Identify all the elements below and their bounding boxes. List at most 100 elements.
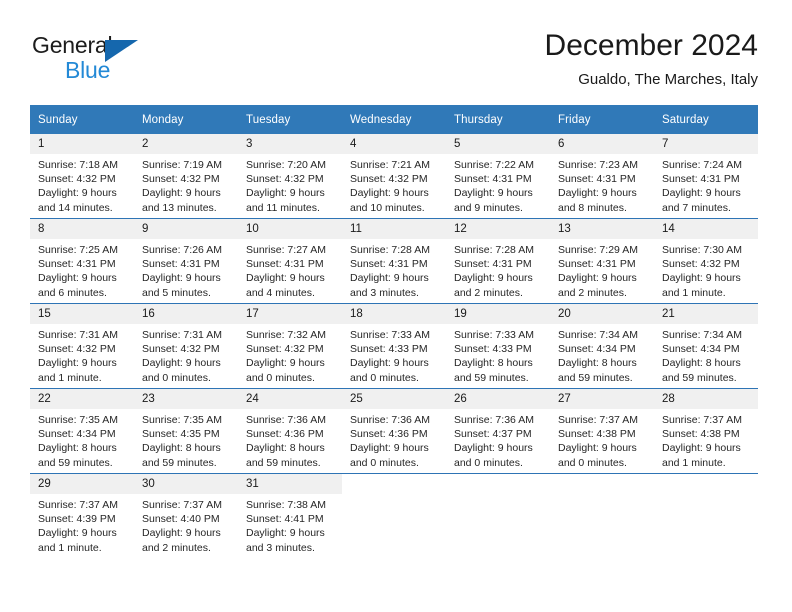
weekday-header-sunday: Sunday: [30, 105, 134, 134]
daylight-text-line1: Daylight: 9 hours: [454, 272, 533, 285]
daylight-text-line2: and 0 minutes.: [350, 456, 419, 469]
sunrise-text: Sunrise: 7:32 AM: [246, 329, 326, 341]
day-cell[interactable]: 3 Sunrise: 7:20 AM Sunset: 4:32 PM Daylight…: [238, 134, 342, 219]
sunset-text: Sunset: 4:32 PM: [142, 173, 220, 186]
day-cell[interactable]: 29 Sunrise: 7:37 AM Sunset: 4:39 PM Dayligh…: [30, 473, 134, 558]
day-cell[interactable]: 13 Sunrise: 7:29 AM Sunset: 4:31 PM Dayligh…: [550, 218, 654, 304]
daylight-text-line1: Daylight: 8 hours: [38, 442, 117, 455]
sunrise-text: Sunrise: 7:36 AM: [350, 414, 430, 426]
general-blue-logo: General Blue: [32, 32, 212, 90]
day-cell[interactable]: 20 Sunrise: 7:34 AM Sunset: 4:34 PM Dayligh…: [550, 303, 654, 389]
day-cell[interactable]: 1 Sunrise: 7:18 AM Sunset: 4:32 PM Daylight…: [30, 134, 134, 219]
daylight-text-line2: and 10 minutes.: [350, 201, 425, 214]
sunset-text: Sunset: 4:31 PM: [558, 258, 636, 271]
day-info: Sunrise: 7:31 AM Sunset: 4:32 PM Daylight:…: [30, 324, 134, 385]
day-cell[interactable]: 11 Sunrise: 7:28 AM Sunset: 4:31 PM Dayligh…: [342, 218, 446, 304]
daylight-text-line1: Daylight: 9 hours: [246, 357, 325, 370]
day-cell[interactable]: 21 Sunrise: 7:34 AM Sunset: 4:34 PM Dayligh…: [654, 303, 758, 389]
sunset-text: Sunset: 4:33 PM: [350, 343, 428, 356]
daylight-text-line1: Daylight: 9 hours: [662, 442, 741, 455]
daylight-text-line2: and 1 minute.: [662, 286, 726, 299]
daylight-text-line2: and 13 minutes.: [142, 201, 217, 214]
sunset-text: Sunset: 4:32 PM: [350, 173, 428, 186]
day-cell[interactable]: 10 Sunrise: 7:27 AM Sunset: 4:31 PM Dayligh…: [238, 218, 342, 304]
daylight-text-line2: and 59 minutes.: [142, 456, 217, 469]
day-info: Sunrise: 7:24 AM Sunset: 4:31 PM Daylight:…: [654, 154, 758, 215]
day-cell[interactable]: 12 Sunrise: 7:28 AM Sunset: 4:31 PM Dayligh…: [446, 218, 550, 304]
daylight-text-line2: and 59 minutes.: [38, 456, 113, 469]
day-cell[interactable]: 7 Sunrise: 7:24 AM Sunset: 4:31 PM Daylight…: [654, 134, 758, 219]
sunset-text: Sunset: 4:32 PM: [662, 258, 740, 271]
daylight-text-line1: Daylight: 8 hours: [454, 357, 533, 370]
weekday-header-row: Sunday Monday Tuesday Wednesday Thursday…: [30, 105, 758, 134]
day-number: 20: [550, 304, 654, 324]
day-cell[interactable]: 5 Sunrise: 7:22 AM Sunset: 4:31 PM Daylight…: [446, 134, 550, 219]
sunset-text: Sunset: 4:35 PM: [142, 428, 220, 441]
day-cell[interactable]: 25 Sunrise: 7:36 AM Sunset: 4:36 PM Dayligh…: [342, 388, 446, 474]
day-info: Sunrise: 7:32 AM Sunset: 4:32 PM Daylight:…: [238, 324, 342, 385]
sunset-text: Sunset: 4:41 PM: [246, 513, 324, 526]
day-cell[interactable]: 24 Sunrise: 7:36 AM Sunset: 4:36 PM Dayligh…: [238, 388, 342, 474]
day-cell[interactable]: 18 Sunrise: 7:33 AM Sunset: 4:33 PM Dayligh…: [342, 303, 446, 389]
sunrise-text: Sunrise: 7:27 AM: [246, 244, 326, 256]
daylight-text-line2: and 2 minutes.: [142, 541, 211, 554]
daylight-text-line1: Daylight: 9 hours: [38, 357, 117, 370]
day-number: 7: [654, 134, 758, 154]
day-cell[interactable]: 19 Sunrise: 7:33 AM Sunset: 4:33 PM Dayligh…: [446, 303, 550, 389]
sunrise-text: Sunrise: 7:38 AM: [246, 499, 326, 511]
day-cell[interactable]: 16 Sunrise: 7:31 AM Sunset: 4:32 PM Dayligh…: [134, 303, 238, 389]
day-cell[interactable]: 9 Sunrise: 7:26 AM Sunset: 4:31 PM Daylight…: [134, 218, 238, 304]
sunrise-text: Sunrise: 7:37 AM: [558, 414, 638, 426]
day-cell[interactable]: 17 Sunrise: 7:32 AM Sunset: 4:32 PM Dayligh…: [238, 303, 342, 389]
day-info: Sunrise: 7:37 AM Sunset: 4:39 PM Daylight:…: [30, 494, 134, 555]
day-cell[interactable]: 15 Sunrise: 7:31 AM Sunset: 4:32 PM Dayligh…: [30, 303, 134, 389]
daylight-text-line1: Daylight: 8 hours: [246, 442, 325, 455]
day-cell[interactable]: 6 Sunrise: 7:23 AM Sunset: 4:31 PM Daylight…: [550, 134, 654, 219]
day-cell[interactable]: 31 Sunrise: 7:38 AM Sunset: 4:41 PM Dayligh…: [238, 473, 342, 558]
daylight-text-line2: and 59 minutes.: [662, 371, 737, 384]
day-cell[interactable]: 22 Sunrise: 7:35 AM Sunset: 4:34 PM Dayligh…: [30, 388, 134, 474]
day-number: 2: [134, 134, 238, 154]
day-cell[interactable]: 26 Sunrise: 7:36 AM Sunset: 4:37 PM Dayligh…: [446, 388, 550, 474]
day-cell[interactable]: 14 Sunrise: 7:30 AM Sunset: 4:32 PM Dayligh…: [654, 218, 758, 304]
day-cell[interactable]: 8 Sunrise: 7:25 AM Sunset: 4:31 PM Daylight…: [30, 218, 134, 304]
daylight-text-line1: Daylight: 9 hours: [246, 272, 325, 285]
day-cell[interactable]: 27 Sunrise: 7:37 AM Sunset: 4:38 PM Dayligh…: [550, 388, 654, 474]
day-cell[interactable]: 23 Sunrise: 7:35 AM Sunset: 4:35 PM Dayligh…: [134, 388, 238, 474]
daylight-text-line1: Daylight: 9 hours: [142, 272, 221, 285]
sunrise-text: Sunrise: 7:20 AM: [246, 159, 326, 171]
day-info: Sunrise: 7:36 AM Sunset: 4:36 PM Daylight:…: [342, 409, 446, 470]
day-info: Sunrise: 7:34 AM Sunset: 4:34 PM Daylight:…: [550, 324, 654, 385]
day-cell[interactable]: 2 Sunrise: 7:19 AM Sunset: 4:32 PM Daylight…: [134, 134, 238, 219]
daylight-text-line1: Daylight: 9 hours: [454, 187, 533, 200]
calendar-grid: Sunday Monday Tuesday Wednesday Thursday…: [30, 105, 758, 558]
sunrise-text: Sunrise: 7:21 AM: [350, 159, 430, 171]
daylight-text-line1: Daylight: 9 hours: [142, 187, 221, 200]
day-number: 11: [342, 219, 446, 239]
daylight-text-line2: and 14 minutes.: [38, 201, 113, 214]
day-info: Sunrise: 7:33 AM Sunset: 4:33 PM Daylight:…: [342, 324, 446, 385]
sunset-text: Sunset: 4:31 PM: [558, 173, 636, 186]
day-cell[interactable]: 28 Sunrise: 7:37 AM Sunset: 4:38 PM Dayligh…: [654, 388, 758, 474]
sunrise-text: Sunrise: 7:36 AM: [246, 414, 326, 426]
daylight-text-line2: and 0 minutes.: [246, 371, 315, 384]
sunset-text: Sunset: 4:34 PM: [662, 343, 740, 356]
day-number: 5: [446, 134, 550, 154]
day-info: Sunrise: 7:28 AM Sunset: 4:31 PM Daylight:…: [342, 239, 446, 300]
daylight-text-line1: Daylight: 8 hours: [142, 442, 221, 455]
day-number: 29: [30, 474, 134, 494]
day-info: Sunrise: 7:18 AM Sunset: 4:32 PM Daylight:…: [30, 154, 134, 215]
title-block: December 2024 Gualdo, The Marches, Italy: [545, 28, 758, 91]
sunrise-text: Sunrise: 7:37 AM: [38, 499, 118, 511]
daylight-text-line2: and 4 minutes.: [246, 286, 315, 299]
sunrise-text: Sunrise: 7:33 AM: [350, 329, 430, 341]
day-info: Sunrise: 7:33 AM Sunset: 4:33 PM Daylight:…: [446, 324, 550, 385]
day-cell[interactable]: 4 Sunrise: 7:21 AM Sunset: 4:32 PM Daylight…: [342, 134, 446, 219]
day-info: Sunrise: 7:36 AM Sunset: 4:36 PM Daylight:…: [238, 409, 342, 470]
logo-text-blue: Blue: [65, 57, 111, 83]
sunset-text: Sunset: 4:32 PM: [38, 343, 116, 356]
day-info: Sunrise: 7:26 AM Sunset: 4:31 PM Daylight:…: [134, 239, 238, 300]
day-number: 13: [550, 219, 654, 239]
day-cell[interactable]: 30 Sunrise: 7:37 AM Sunset: 4:40 PM Dayligh…: [134, 473, 238, 558]
daylight-text-line2: and 8 minutes.: [558, 201, 627, 214]
